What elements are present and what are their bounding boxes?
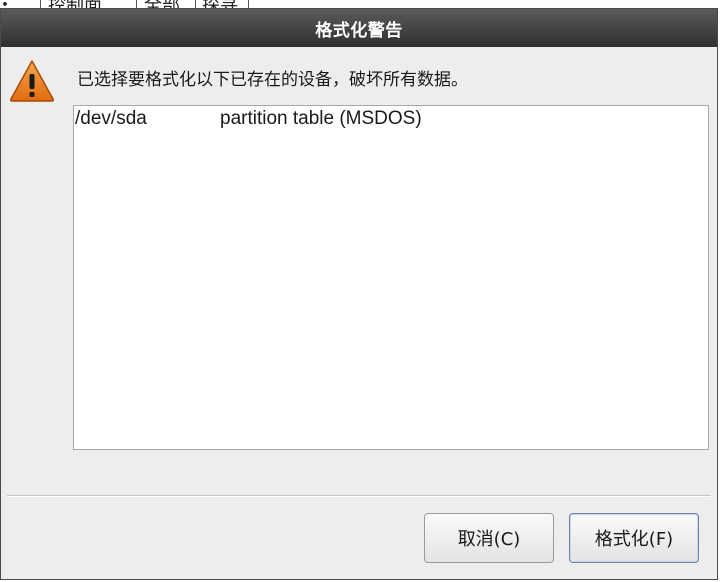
format-button[interactable]: 格式化(F) bbox=[569, 513, 699, 563]
warning-message: 已选择要格式化以下已存在的设备，破坏所有数据。 bbox=[77, 70, 468, 90]
device-path: /dev/sda bbox=[75, 108, 147, 129]
button-separator bbox=[7, 495, 711, 497]
device-description: partition table (MSDOS) bbox=[220, 108, 422, 129]
device-list[interactable]: /dev/sda partition table (MSDOS) bbox=[73, 105, 709, 450]
dialog-title: 格式化警告 bbox=[315, 20, 403, 41]
format-warning-dialog: 格式化警告 已选择要格式化以下已存在的设备，破坏所有数据。 /dev/sda p… bbox=[0, 8, 718, 580]
dialog-titlebar[interactable]: 格式化警告 bbox=[1, 9, 717, 47]
list-item[interactable]: /dev/sda partition table (MSDOS) bbox=[74, 106, 708, 136]
cancel-button[interactable]: 取消(C) bbox=[424, 513, 554, 563]
warning-triangle-icon bbox=[9, 60, 55, 102]
